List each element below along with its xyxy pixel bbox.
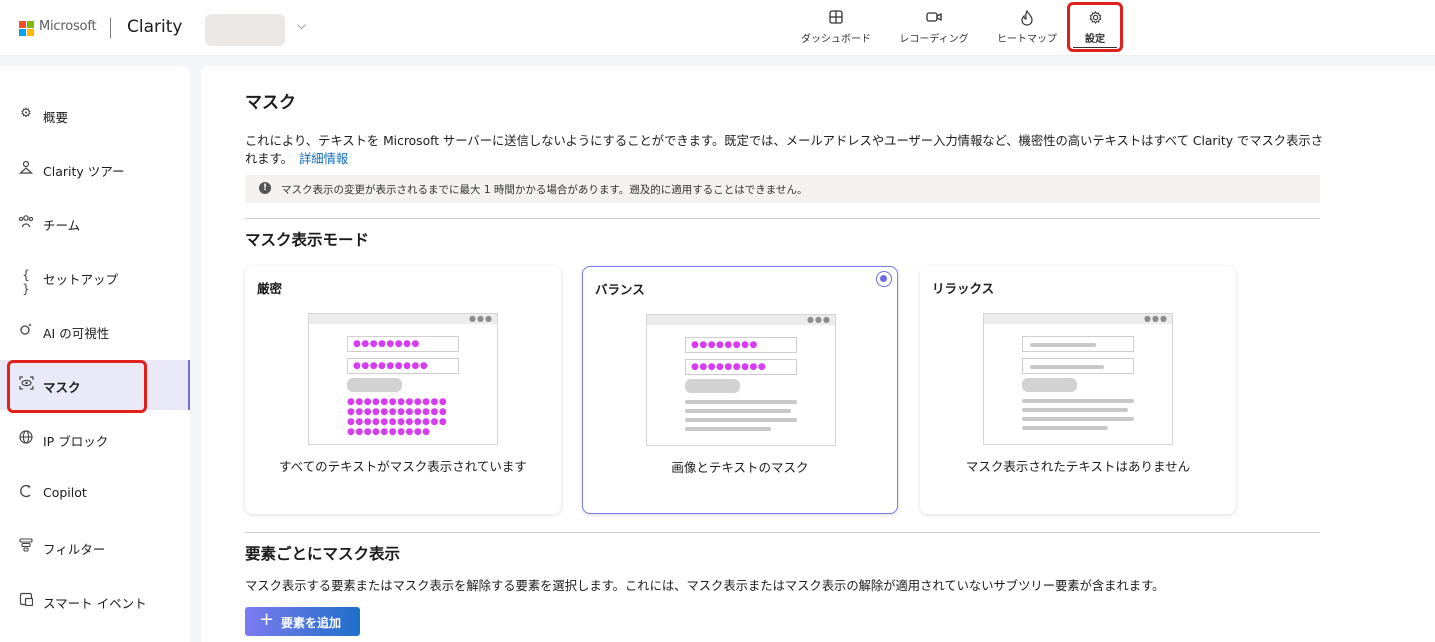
- chevron-down-icon[interactable]: ⌵: [297, 18, 306, 33]
- element-mask-description: マスク表示する要素またはマスク表示を解除する要素を選択します。これには、マスク表…: [245, 579, 1165, 593]
- copilot-icon: [18, 484, 34, 502]
- top-header: Microsoft Clarity ⌵ ダッシュボード レコーディング ヒートマ…: [0, 0, 1435, 56]
- sidebar-item-overview[interactable]: ⚙ 概要: [0, 90, 190, 140]
- divider: [245, 532, 1320, 533]
- add-element-button[interactable]: + 要素を追加: [245, 607, 360, 636]
- sidebar-item-label: フィルター: [43, 542, 106, 557]
- nav-heatmaps[interactable]: ヒートマップ: [993, 9, 1061, 50]
- page-title: マスク: [245, 93, 296, 113]
- main-panel: マスク これにより、テキストを Microsoft サーバーに送信しないようにす…: [201, 66, 1435, 642]
- sidebar-item-label: AI の可視性: [43, 326, 110, 341]
- brand-separator: [110, 18, 111, 38]
- sidebar-item-smart-events[interactable]: スマート イベント: [0, 576, 190, 626]
- sidebar-item-tour[interactable]: Clarity ツアー: [0, 144, 190, 194]
- nav-heatmaps-label: ヒートマップ: [997, 34, 1057, 45]
- sidebar-item-setup[interactable]: { } セットアップ: [0, 252, 190, 302]
- video-icon: [895, 10, 973, 28]
- braces-icon: { }: [22, 268, 30, 296]
- microsoft-wordmark: Microsoft: [39, 19, 97, 34]
- sidebar-item-label: セットアップ: [43, 272, 119, 287]
- info-message-bar: ! マスク表示の変更が表示されるまでに最大 1 時間かかる場合があります。遡及的…: [245, 175, 1320, 203]
- filter-icon: [18, 538, 34, 556]
- info-icon: !: [259, 182, 271, 194]
- mode-card-relaxed[interactable]: リラックス ●●● マスク表示されたテキストはありません: [920, 266, 1236, 514]
- description-text: これにより、テキストを Microsoft サーバーに送信しないようにすることが…: [245, 134, 1323, 166]
- mode-card-strict[interactable]: 厳密 ●●● ●●●●●●●● ●●●●●●●●● ●●●●●●●●●●●● ●…: [245, 266, 561, 514]
- mode-card-title: バランス: [595, 282, 645, 297]
- person-icon: [18, 160, 34, 178]
- sidebar-item-ip-block[interactable]: IP ブロック: [0, 414, 190, 464]
- clarity-brand[interactable]: Clarity: [127, 17, 182, 37]
- mode-card-description: マスク表示されたテキストはありません: [965, 459, 1191, 474]
- mask-highlight-box: [7, 360, 147, 413]
- flame-icon: [993, 9, 1061, 28]
- settings-highlight-box: [1067, 2, 1123, 52]
- sidebar-item-label: IP ブロック: [43, 434, 109, 449]
- nav-recordings[interactable]: レコーディング: [895, 10, 973, 50]
- relaxed-preview-illustration: ●●●: [983, 313, 1173, 445]
- mode-card-title: リラックス: [932, 281, 995, 296]
- nav-dashboard[interactable]: ダッシュボード: [797, 10, 875, 50]
- mask-mode-title: マスク表示モード: [245, 231, 370, 249]
- strict-preview-illustration: ●●● ●●●●●●●● ●●●●●●●●● ●●●●●●●●●●●● ●●●●…: [308, 313, 498, 445]
- add-element-label: 要素を追加: [281, 616, 342, 630]
- ai-icon: [18, 322, 34, 340]
- globe-icon: [18, 430, 34, 448]
- balanced-preview-illustration: ●●● ●●●●●●●● ●●●●●●●●●: [646, 314, 836, 446]
- sidebar-item-ai-visibility[interactable]: AI の可視性: [0, 306, 190, 356]
- nav-recordings-label: レコーディング: [899, 34, 969, 45]
- sidebar: ⚙ 概要 Clarity ツアー チーム { } セットアップ AI の可視性 …: [0, 66, 190, 642]
- team-icon: [18, 214, 34, 232]
- info-message-text: マスク表示の変更が表示されるまでに最大 1 時間かかる場合があります。遡及的に適…: [281, 184, 808, 196]
- selected-radio-icon[interactable]: [876, 271, 892, 287]
- learn-more-link[interactable]: 詳細情報: [299, 152, 348, 166]
- gear-icon: ⚙: [20, 106, 32, 121]
- mode-card-title: 厳密: [257, 281, 283, 296]
- mode-card-description: 画像とテキストのマスク: [671, 460, 809, 475]
- sidebar-item-label: チーム: [43, 218, 81, 233]
- microsoft-logo-icon: [19, 21, 34, 36]
- divider: [245, 218, 1320, 219]
- element-mask-title: 要素ごとにマスク表示: [245, 545, 401, 563]
- sidebar-item-copilot[interactable]: Copilot: [0, 468, 190, 518]
- page-description: これにより、テキストを Microsoft サーバーに送信しないようにすることが…: [245, 132, 1325, 168]
- sidebar-item-filter[interactable]: フィルター: [0, 522, 190, 572]
- mode-card-description: すべてのテキストがマスク表示されています: [279, 459, 527, 474]
- sidebar-item-label: スマート イベント: [43, 596, 147, 611]
- plus-icon: +: [259, 609, 275, 630]
- nav-dashboard-label: ダッシュボード: [801, 34, 871, 45]
- sidebar-item-label: Clarity ツアー: [43, 164, 125, 179]
- sidebar-item-team[interactable]: チーム: [0, 198, 190, 248]
- dashboard-icon: [797, 10, 875, 28]
- event-icon: [18, 592, 34, 610]
- project-selector[interactable]: [205, 14, 285, 46]
- sidebar-item-label: Copilot: [43, 485, 87, 500]
- sidebar-item-label: 概要: [43, 110, 69, 125]
- mode-card-balanced[interactable]: バランス ●●● ●●●●●●●● ●●●●●●●●● 画像とテキストのマスク: [582, 266, 898, 514]
